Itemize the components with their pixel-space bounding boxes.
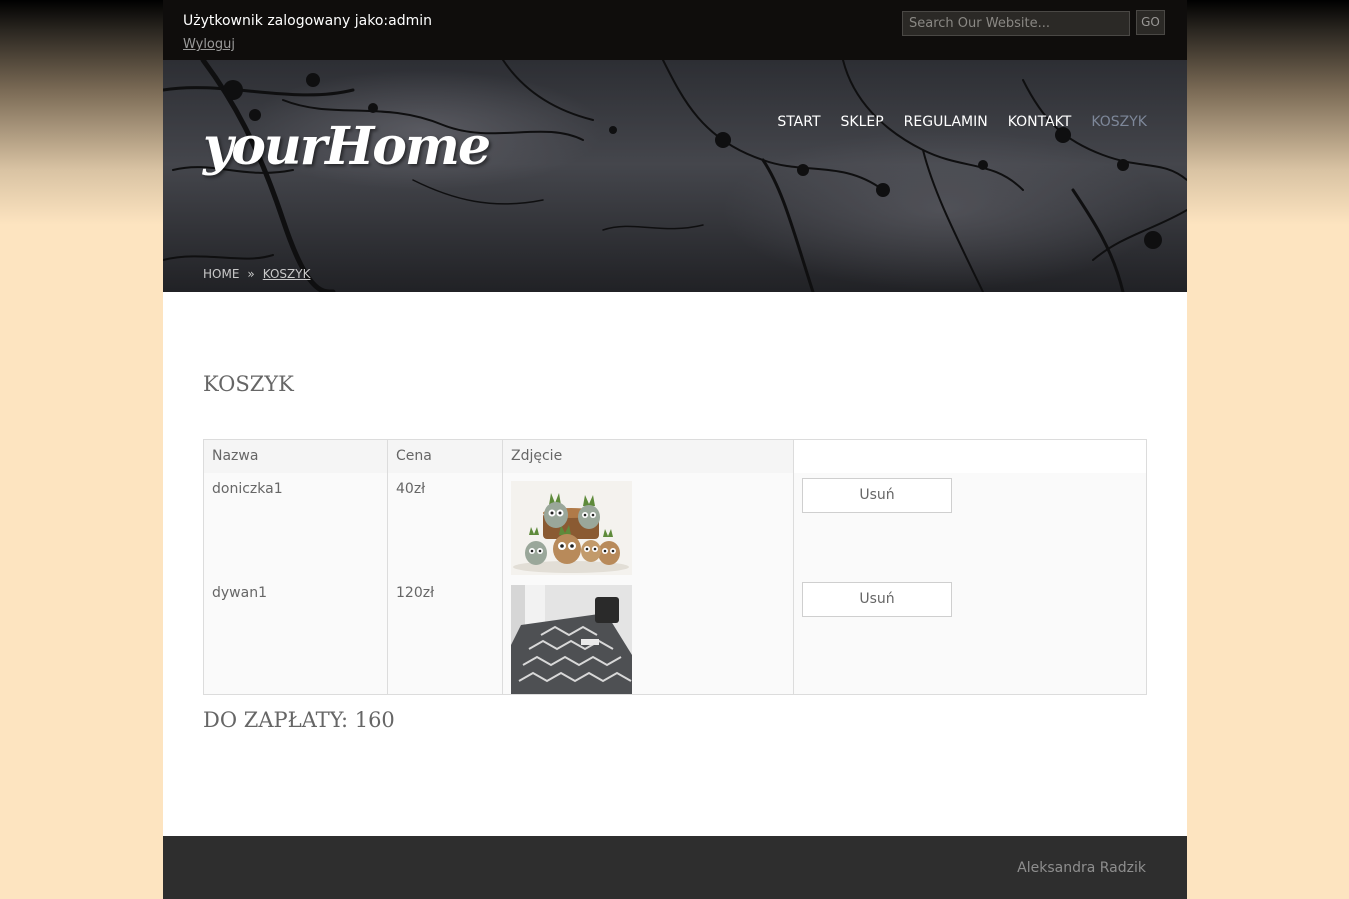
product-image-owl-planters bbox=[511, 481, 632, 575]
product-photo-cell bbox=[502, 473, 794, 577]
page-wrapper: Użytkownik zalogowany jako:admin Wyloguj… bbox=[163, 0, 1187, 899]
remove-item-button[interactable]: Usuń bbox=[802, 478, 952, 513]
footer-author: Aleksandra Radzik bbox=[1017, 860, 1146, 876]
logout-link[interactable]: Wyloguj bbox=[183, 37, 235, 52]
product-name: dywan1 bbox=[203, 577, 388, 695]
column-header-photo: Zdjęcie bbox=[502, 439, 794, 473]
page-title: KOSZYK bbox=[203, 372, 294, 396]
cart-table: Nazwa Cena Zdjęcie doniczka1 40zł Usuń d… bbox=[203, 439, 1147, 695]
nav-item-koszyk[interactable]: KOSZYK bbox=[1091, 114, 1147, 130]
breadcrumb-current[interactable]: KOSZYK bbox=[263, 267, 311, 281]
product-price: 120zł bbox=[387, 577, 503, 695]
product-image-rug bbox=[511, 585, 632, 694]
breadcrumb-separator: » bbox=[247, 267, 255, 281]
nav-item-regulamin[interactable]: REGULAMIN bbox=[904, 114, 988, 130]
column-header-price: Cena bbox=[387, 439, 503, 473]
top-bar: Użytkownik zalogowany jako:admin Wyloguj… bbox=[163, 0, 1187, 60]
footer: Aleksandra Radzik bbox=[163, 836, 1187, 899]
header-banner: yourHome START SKLEP REGULAMIN KONTAKT K… bbox=[163, 60, 1187, 292]
search-input[interactable] bbox=[902, 11, 1130, 36]
column-header-actions bbox=[793, 439, 1147, 473]
breadcrumb: HOME » KOSZYK bbox=[203, 267, 310, 281]
logged-in-status: Użytkownik zalogowany jako:admin bbox=[183, 13, 433, 29]
search-go-button[interactable]: GO bbox=[1136, 10, 1165, 35]
product-name: doniczka1 bbox=[203, 473, 388, 577]
breadcrumb-home[interactable]: HOME bbox=[203, 267, 239, 281]
remove-item-button[interactable]: Usuń bbox=[802, 582, 952, 617]
total-to-pay: DO ZAPŁATY: 160 bbox=[203, 708, 395, 732]
column-header-name: Nazwa bbox=[203, 439, 388, 473]
product-actions-cell: Usuń bbox=[793, 473, 1147, 577]
nav-item-start[interactable]: START bbox=[777, 114, 820, 130]
table-row: doniczka1 40zł Usuń bbox=[203, 473, 1147, 577]
main-content: KOSZYK Nazwa Cena Zdjęcie doniczka1 40zł bbox=[163, 292, 1187, 836]
site-logo[interactable]: yourHome bbox=[203, 116, 491, 177]
product-actions-cell: Usuń bbox=[793, 577, 1147, 695]
product-price: 40zł bbox=[387, 473, 503, 577]
nav-item-kontakt[interactable]: KONTAKT bbox=[1008, 114, 1072, 130]
table-header-row: Nazwa Cena Zdjęcie bbox=[203, 439, 1147, 473]
main-nav: START SKLEP REGULAMIN KONTAKT KOSZYK bbox=[777, 114, 1147, 130]
product-photo-cell bbox=[502, 577, 794, 695]
nav-item-sklep[interactable]: SKLEP bbox=[841, 114, 884, 130]
table-row: dywan1 120zł Usuń bbox=[203, 577, 1147, 695]
